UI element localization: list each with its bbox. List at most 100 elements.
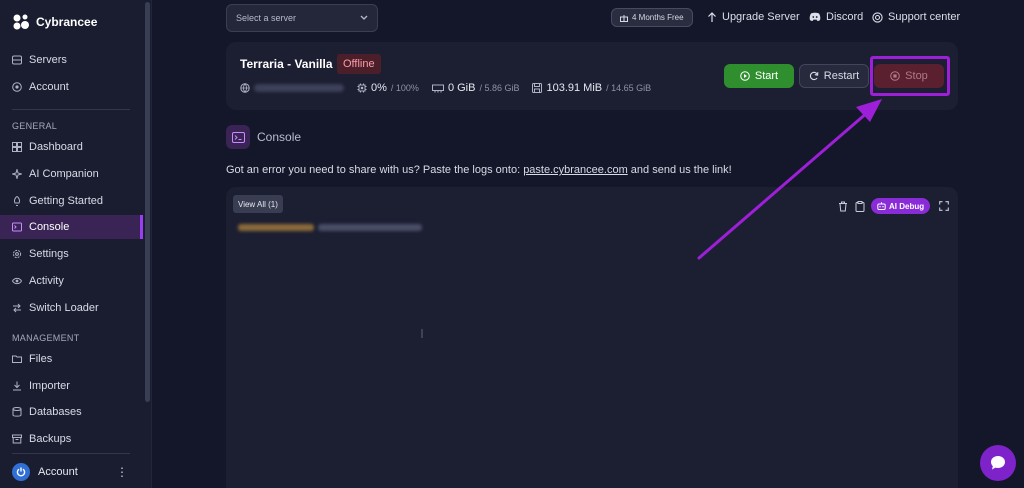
archive-icon: [12, 434, 22, 444]
share-logs-text: Got an error you need to share with us? …: [226, 164, 732, 176]
ai-debug-label: AI Debug: [889, 201, 925, 211]
server-select-placeholder: Select a server: [236, 13, 297, 23]
sidebar-item-activity[interactable]: Activity: [0, 269, 143, 293]
expand-icon[interactable]: [939, 201, 949, 214]
more-menu-icon[interactable]: ⋮: [116, 465, 128, 479]
disk-limit: / 14.65 GiB: [606, 83, 652, 93]
chat-support-button[interactable]: [980, 445, 1016, 481]
log-prefix-redacted: [238, 224, 314, 231]
sidebar-item-dashboard[interactable]: Dashboard: [0, 135, 143, 159]
start-button[interactable]: Start: [724, 64, 794, 88]
server-icon: [12, 55, 22, 65]
sidebar-item-switch-loader[interactable]: Switch Loader: [0, 296, 143, 320]
terminal-icon: [12, 222, 22, 232]
upgrade-server-link[interactable]: Upgrade Server: [707, 11, 800, 23]
sidebar-item-servers[interactable]: Servers: [0, 48, 143, 72]
gear-icon: [12, 249, 22, 259]
server-select[interactable]: Select a server: [226, 4, 378, 32]
text-cursor: [421, 329, 423, 338]
restart-icon: [809, 71, 819, 81]
cpu-value: 0%: [371, 82, 387, 94]
restart-label: Restart: [823, 70, 860, 82]
disk-icon: [532, 83, 543, 93]
terminal-icon: [231, 131, 245, 143]
share-suffix: and send us the link!: [627, 164, 732, 176]
status-badge: Offline: [337, 54, 381, 74]
play-circle-icon: [740, 71, 750, 81]
memory-value: 0 GiB: [447, 82, 476, 94]
stat-address: [240, 83, 344, 93]
server-stats: 0% / 100% 0 GiB / 5.86 GiB 103.91 MiB / …: [240, 82, 664, 94]
account-label: Account: [38, 466, 78, 478]
sidebar-scrollbar[interactable]: [145, 2, 150, 402]
sidebar-item-account[interactable]: Account: [0, 75, 143, 99]
support-center-label: Support center: [888, 11, 961, 23]
sidebar-item-label: Backups: [29, 433, 72, 445]
folder-icon: [12, 354, 22, 364]
brand-name: Cybrancee: [36, 15, 98, 29]
sidebar-item-console[interactable]: Console: [0, 215, 143, 239]
console-header-icon: [226, 125, 250, 149]
sidebar-item-label: Importer: [29, 380, 70, 392]
support-center-link[interactable]: Support center: [872, 11, 960, 23]
sidebar-item-databases[interactable]: Databases: [0, 400, 143, 424]
log-message-redacted: [318, 224, 422, 231]
power-icon: [16, 467, 26, 477]
globe-icon: [240, 83, 250, 93]
sidebar-item-label: Getting Started: [29, 195, 103, 207]
sidebar-item-label: Console: [29, 221, 70, 233]
console-panel[interactable]: View All (1) AI Debug: [226, 187, 958, 488]
cpu-limit: / 100%: [390, 83, 419, 93]
discord-icon: [809, 12, 821, 21]
sidebar-item-label: Settings: [29, 248, 69, 260]
discord-link[interactable]: Discord: [809, 11, 863, 23]
sidebar-item-label: Switch Loader: [29, 302, 99, 314]
cpu-icon: [357, 83, 367, 93]
server-name: Terraria - Vanilla: [240, 57, 333, 71]
sidebar-item-label: Servers: [29, 54, 67, 66]
share-prefix: Got an error you need to share with us? …: [226, 164, 524, 176]
sidebar-item-label: AI Companion: [29, 168, 99, 180]
account-icon: [12, 82, 22, 92]
upgrade-server-label: Upgrade Server: [722, 11, 800, 23]
sidebar-item-importer[interactable]: Importer: [0, 374, 143, 398]
sidebar-item-ai-companion[interactable]: AI Companion: [0, 162, 143, 186]
database-icon: [12, 407, 22, 417]
promo-badge[interactable]: 4 Months Free: [611, 8, 693, 27]
sidebar-item-files[interactable]: Files: [0, 347, 143, 371]
download-icon: [12, 381, 22, 391]
view-all-button[interactable]: View All (1): [233, 195, 283, 213]
ai-debug-button[interactable]: AI Debug: [871, 198, 931, 214]
sidebar-item-label: Files: [29, 353, 53, 365]
chat-icon: [991, 456, 1005, 470]
sidebar-item-settings[interactable]: Settings: [0, 242, 143, 266]
section-label-general: GENERAL: [12, 121, 58, 131]
clipboard-icon[interactable]: [855, 201, 865, 215]
server-card: Terraria - Vanilla Offline 0% / 100% 0 G…: [226, 42, 958, 110]
memory-limit: / 5.86 GiB: [479, 83, 520, 93]
sidebar-item-label: Account: [29, 81, 69, 93]
paste-link[interactable]: paste.cybrancee.com: [523, 164, 628, 176]
brand[interactable]: Cybrancee: [12, 13, 97, 31]
console-log-line-redacted: [238, 224, 422, 231]
arrow-up-icon: [708, 11, 716, 22]
sidebar-divider: [12, 109, 130, 110]
sidebar-item-backups[interactable]: Backups: [0, 427, 143, 451]
bot-icon: [877, 202, 886, 210]
avatar: [12, 463, 30, 481]
sidebar-item-getting-started[interactable]: Getting Started: [0, 189, 143, 213]
account-menu[interactable]: Account: [12, 463, 78, 481]
rocket-icon: [12, 196, 22, 206]
sidebar-divider: [12, 453, 130, 454]
server-address-redacted: [254, 84, 344, 92]
sidebar-item-label: Activity: [29, 275, 64, 287]
trash-icon[interactable]: [838, 201, 848, 215]
promo-label: 4 Months Free: [632, 13, 684, 22]
stat-cpu: 0% / 100%: [357, 82, 419, 94]
sidebar-item-label: Databases: [29, 406, 82, 418]
switch-icon: [12, 303, 22, 313]
cybrancee-logo-icon: [13, 14, 29, 30]
restart-button[interactable]: Restart: [799, 64, 869, 88]
stat-memory: 0 GiB / 5.86 GiB: [431, 82, 520, 94]
stat-disk: 103.91 MiB / 14.65 GiB: [532, 82, 651, 94]
